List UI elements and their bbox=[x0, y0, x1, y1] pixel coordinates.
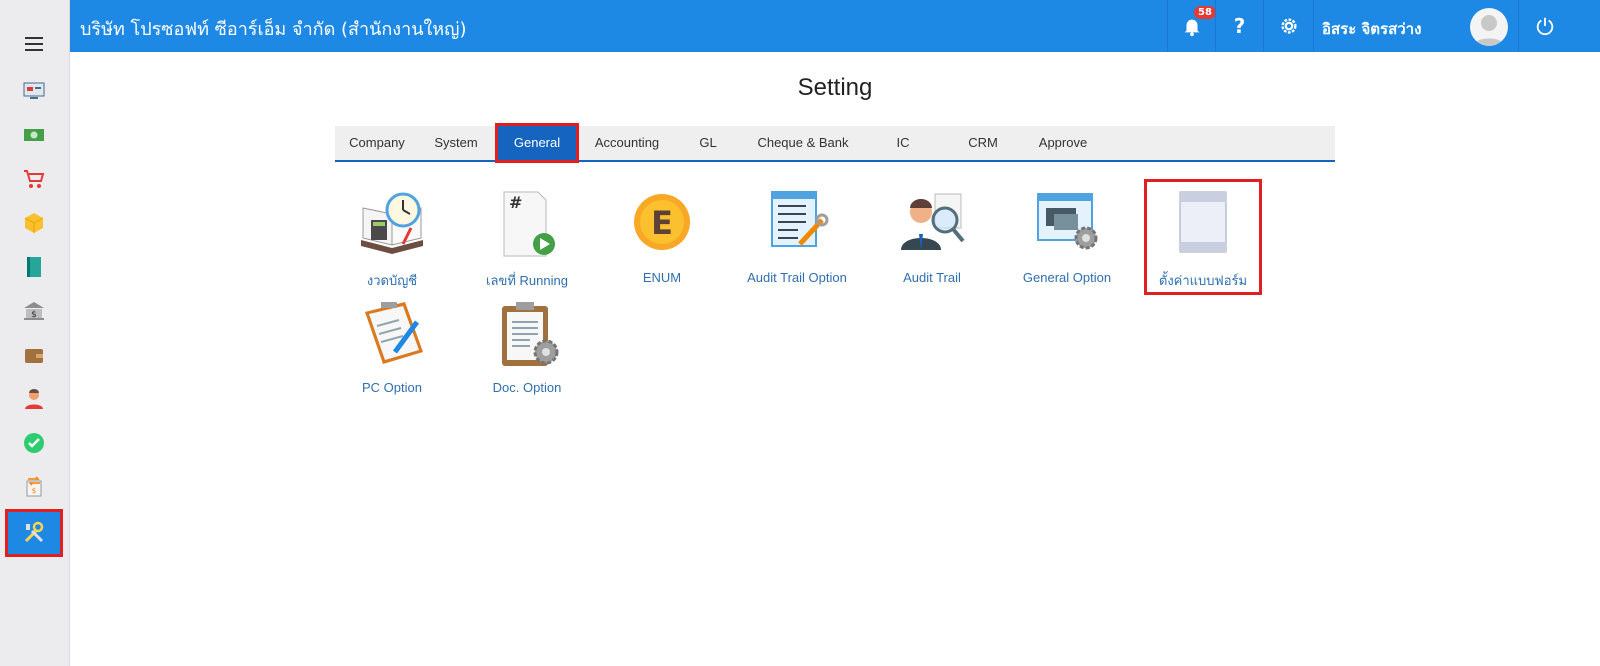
sidebar-item-transfer[interactable]: $ bbox=[8, 466, 60, 508]
tile-pc-option[interactable]: PC Option bbox=[327, 300, 457, 404]
tile-form-setting[interactable]: ตั้งค่าแบบฟอร์ม bbox=[1144, 179, 1262, 295]
sidebar-item-ledger[interactable] bbox=[8, 246, 60, 288]
tile-doc-option[interactable]: Doc. Option bbox=[462, 300, 592, 404]
tile-running-number[interactable]: # เลขที่ Running bbox=[462, 190, 592, 294]
gear-icon bbox=[1280, 18, 1297, 34]
tile-label: PC Option bbox=[362, 380, 422, 395]
tile-label: Audit Trail bbox=[903, 270, 961, 285]
clipboard-gear-icon bbox=[502, 302, 559, 366]
sidebar-item-finance[interactable] bbox=[8, 114, 60, 156]
notification-badge: 58 bbox=[1194, 6, 1216, 19]
help-icon: ? bbox=[1233, 14, 1246, 38]
settings-tabbar: Company System General Accounting GL Che… bbox=[335, 123, 1335, 163]
tile-label: General Option bbox=[1022, 270, 1112, 285]
notification-button[interactable]: 58 bbox=[1167, 0, 1216, 52]
cart-icon bbox=[24, 170, 45, 188]
tile-label: Doc. Option bbox=[492, 380, 562, 395]
tile-label: Audit Trail Option bbox=[747, 270, 847, 285]
avatar[interactable] bbox=[1470, 8, 1508, 46]
hamburger-menu-icon[interactable] bbox=[25, 37, 45, 51]
sidebar: $ $ bbox=[0, 0, 70, 666]
svg-text:E: E bbox=[651, 204, 673, 242]
top-header: บริษัท โปรซอฟท์ ซีอาร์เอ็ม จำกัด (สำนักง… bbox=[70, 0, 1600, 52]
logout-button[interactable] bbox=[1518, 0, 1570, 52]
tile-audit-trail-option[interactable]: Audit Trail Option bbox=[732, 190, 862, 294]
blank-form-icon bbox=[1179, 191, 1227, 253]
transfer-icon: $ bbox=[26, 476, 42, 497]
sidebar-item-hr[interactable] bbox=[8, 378, 60, 420]
settings-button[interactable] bbox=[1263, 0, 1313, 52]
sidebar-item-inventory[interactable] bbox=[8, 202, 60, 244]
sidebar-item-settings[interactable] bbox=[5, 509, 63, 557]
svg-text:$: $ bbox=[32, 487, 36, 495]
bank-icon: $ bbox=[24, 302, 44, 320]
tab-approve[interactable]: Approve bbox=[1023, 126, 1103, 160]
sidebar-item-dashboard[interactable] bbox=[8, 70, 60, 112]
window-gear-icon bbox=[1037, 193, 1098, 250]
tab-general[interactable]: General bbox=[495, 123, 579, 163]
document-play-icon: # bbox=[503, 191, 555, 257]
tools-icon bbox=[24, 521, 44, 543]
tile-enum[interactable]: E ENUM bbox=[597, 190, 727, 294]
sidebar-item-sales[interactable] bbox=[8, 158, 60, 200]
tab-ic[interactable]: IC bbox=[863, 126, 943, 160]
list-wrench-icon bbox=[771, 191, 829, 247]
check-circle-icon bbox=[24, 433, 44, 453]
sidebar-item-bank[interactable]: $ bbox=[8, 290, 60, 332]
tile-label: เลขที่ Running bbox=[486, 273, 568, 288]
calendar-book-icon bbox=[361, 192, 423, 254]
man-magnifier-icon bbox=[901, 193, 965, 250]
tab-cheque-bank[interactable]: Cheque & Bank bbox=[743, 126, 863, 160]
book-icon bbox=[27, 257, 41, 277]
tile-label: ตั้งค่าแบบฟอร์ม bbox=[1158, 273, 1248, 288]
sidebar-item-wallet[interactable] bbox=[8, 334, 60, 376]
person-icon bbox=[25, 389, 43, 409]
page-title: Setting bbox=[797, 74, 873, 101]
tile-label: งวดบัญชี bbox=[366, 273, 418, 288]
power-icon bbox=[1536, 17, 1553, 36]
tile-accounting-period[interactable]: งวดบัญชี bbox=[327, 190, 457, 294]
monitor-icon bbox=[23, 82, 45, 99]
tab-system[interactable]: System bbox=[419, 126, 493, 160]
gold-coin-e-icon: E bbox=[634, 194, 690, 250]
tile-audit-trail[interactable]: Audit Trail bbox=[867, 190, 997, 294]
app-root: $ $ บริษัท โปรซอฟท์ ซีอาร์เอ็ม จำกัด (สำ… bbox=[0, 0, 1600, 666]
help-button[interactable]: ? bbox=[1215, 0, 1263, 52]
tab-gl[interactable]: GL bbox=[673, 126, 743, 160]
tile-label: ENUM bbox=[642, 270, 682, 285]
tab-accounting[interactable]: Accounting bbox=[581, 126, 673, 160]
header-divider bbox=[1313, 0, 1314, 52]
company-name: บริษัท โปรซอฟท์ ซีอาร์เอ็ม จำกัด (สำนักง… bbox=[80, 19, 467, 40]
tile-general-option[interactable]: General Option bbox=[1002, 190, 1132, 294]
money-icon bbox=[24, 129, 44, 141]
box-icon bbox=[24, 213, 44, 233]
wallet-icon bbox=[25, 349, 43, 363]
clipboard-pen-icon bbox=[365, 302, 423, 364]
user-name[interactable]: อิสระ จิตรสว่าง bbox=[1322, 17, 1421, 41]
tab-crm[interactable]: CRM bbox=[943, 126, 1023, 160]
sidebar-item-approve[interactable] bbox=[8, 422, 60, 464]
user-avatar-icon bbox=[1474, 15, 1504, 46]
svg-text:#: # bbox=[509, 193, 522, 212]
tab-company[interactable]: Company bbox=[335, 126, 419, 160]
